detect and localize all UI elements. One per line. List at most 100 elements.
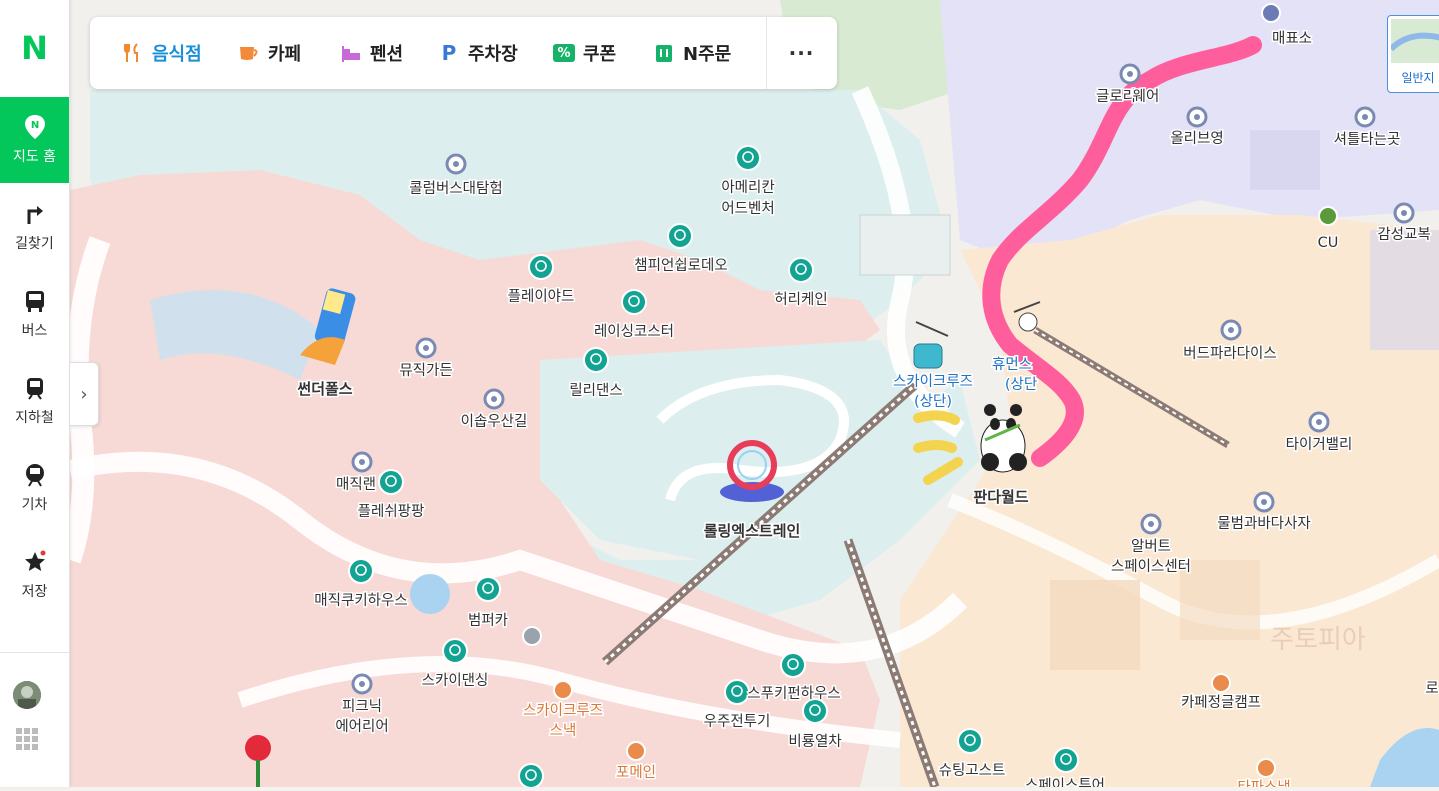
poi-label-tiger[interactable]: 타이거밸리 [1284, 435, 1354, 455]
poi-label-human2[interactable]: (상단 [1003, 375, 1038, 395]
sidebar-item-1[interactable]: 길찾기 [0, 184, 69, 270]
ferris-wheel-icon[interactable] [735, 145, 761, 171]
sidebar-item-4[interactable]: 기차 [0, 445, 69, 531]
category-cafe[interactable]: 카페 [238, 17, 301, 89]
poi-label-skycruise-boat2[interactable]: 스낵 [548, 721, 578, 741]
poi-label-shuttle[interactable]: 셔틀타는곳 [1332, 130, 1402, 150]
landmark-icon[interactable] [351, 451, 373, 473]
restaurant-pin-icon[interactable] [553, 680, 573, 700]
restaurant-pin-icon[interactable] [1256, 758, 1276, 778]
landmark-icon[interactable] [483, 388, 505, 410]
poi-label-dragon[interactable]: 비룡열차 [787, 732, 843, 752]
poi-label-skycruise-boat1[interactable]: 스카이크루즈 [521, 701, 604, 721]
ferris-wheel-icon[interactable] [528, 254, 554, 280]
poi-label-glory[interactable]: 글로리 [1094, 87, 1137, 107]
landmark-icon[interactable] [1186, 106, 1208, 128]
ferris-wheel-icon[interactable] [788, 257, 814, 283]
category-pension[interactable]: 펜션 [340, 17, 403, 89]
avatar[interactable] [13, 681, 41, 709]
sidebar-item-2[interactable]: 버스 [0, 271, 69, 357]
poi-label-ticket-office[interactable]: 매표소 [1270, 29, 1313, 49]
poi-label-bumper[interactable]: 범퍼카 [466, 611, 509, 631]
poi-label-pomein[interactable]: 포메인 [614, 763, 657, 783]
poi-label-sky-dancing[interactable]: 스카이댄싱 [420, 671, 490, 691]
poi-label-musical[interactable]: 뮤직가든 [398, 361, 454, 381]
landmark-icon[interactable] [1119, 63, 1141, 85]
poi-label-tapa[interactable]: 타파스냅 [1236, 778, 1292, 791]
ferris-wheel-icon[interactable] [378, 469, 404, 495]
poi-label-spookie[interactable]: 스푸키펀하우스 [746, 684, 842, 704]
landmark-icon[interactable] [445, 153, 467, 175]
landmark-icon[interactable] [415, 337, 437, 359]
poi-label-rolling[interactable]: 롤링엑스트레인 [702, 521, 802, 542]
naver-logo[interactable]: N [0, 0, 69, 95]
poi-label-column-bus[interactable]: 콜럼버스대탐험 [408, 179, 504, 199]
poi-label-american2[interactable]: 어드벤처 [720, 199, 776, 219]
poi-label-olive-young[interactable]: 올리브영 [1169, 129, 1225, 149]
poi-label-flash[interactable]: 플레쉬팡팡 [356, 502, 426, 522]
landmark-icon[interactable] [1253, 491, 1275, 513]
collapse-panel-button[interactable]: › [70, 362, 99, 426]
landmark-icon[interactable] [1308, 411, 1330, 433]
poi-label-american1[interactable]: 아메리칸 [720, 178, 776, 198]
apps-grid-icon[interactable] [16, 728, 38, 750]
poi-label-space-tour2[interactable]: 스페이스투어 [1023, 776, 1106, 791]
poi-label-panda[interactable]: 판다월드 [972, 487, 1030, 508]
ferris-wheel-icon[interactable] [348, 558, 374, 584]
poi-label-racing[interactable]: 레이싱코스터 [592, 322, 675, 342]
sidebar-item-3[interactable]: 지하철 [0, 358, 69, 444]
ferris-wheel-icon[interactable] [621, 289, 647, 315]
sidebar-item-0[interactable]: N 지도 홈 [0, 97, 69, 183]
ferris-wheel-icon[interactable] [442, 638, 468, 664]
map-canvas[interactable]: 매표소 글로리 웨어 올리브영 셔틀타는곳 CU 감성교복 콜럼버스대탐험 아메리칸 어드벤처 챔피… [0, 0, 1439, 791]
poi-label-magic-cookie[interactable]: 매직쿠키하우스 [313, 591, 409, 611]
category-n-order[interactable]: N주문 [653, 17, 731, 89]
landmark-icon[interactable] [1393, 202, 1415, 224]
map-type-toggle[interactable]: 일반지 [1387, 15, 1439, 93]
ferris-wheel-icon[interactable] [780, 652, 806, 678]
ferris-wheel-icon[interactable] [583, 347, 609, 373]
poi-label-thunder[interactable]: 썬더폴스 [296, 379, 354, 400]
ferris-wheel-icon[interactable] [475, 576, 501, 602]
cu-icon[interactable] [1318, 206, 1338, 226]
poi-label-zootopia[interactable]: 주토피아 [1270, 625, 1366, 655]
ferris-wheel-icon[interactable] [724, 679, 750, 705]
landmark-icon[interactable] [1220, 319, 1242, 341]
poi-label-space-tour[interactable]: 우주전투기 [702, 712, 772, 732]
poi-label-shooting[interactable]: 슈팅고스트 [937, 761, 1007, 781]
category-parking[interactable]: P 주차장 [438, 17, 518, 89]
poi-label-albert1[interactable]: 알버트 [1129, 537, 1172, 557]
cafe-pin-icon[interactable] [1211, 673, 1231, 693]
category-coupon[interactable]: % 쿠폰 [553, 17, 616, 89]
poi-label-ro[interactable]: 로 [1424, 680, 1439, 699]
ferris-wheel-icon[interactable] [1053, 747, 1079, 773]
poi-label-bumbum[interactable]: 물범과바다사자 [1216, 514, 1312, 534]
poi-label-isop[interactable]: 이솝우산길 [459, 412, 529, 432]
poi-label-lilly[interactable]: 릴리댄스 [568, 381, 624, 401]
poi-label-picnic1[interactable]: 피크닉 [340, 697, 383, 717]
poi-label-human1[interactable]: 휴먼스 [990, 355, 1033, 375]
poi-label-albert2[interactable]: 스페이스센터 [1109, 557, 1192, 577]
ferris-wheel-icon[interactable] [802, 698, 828, 724]
poi-label-bird[interactable]: 버드파라다이스 [1182, 344, 1278, 364]
landmark-icon[interactable] [1140, 513, 1162, 535]
landmark-icon[interactable] [1354, 106, 1376, 128]
ferris-wheel-icon[interactable] [957, 728, 983, 754]
poi-label-cu[interactable]: CU [1316, 234, 1340, 253]
poi-label-skycruise-top1[interactable]: 스카이크루즈 [891, 372, 974, 392]
poi-label-picnic2[interactable]: 에어리어 [334, 717, 390, 737]
poi-label-playyard[interactable]: 플레이야드 [506, 287, 576, 307]
more-categories-button[interactable]: ··· [766, 17, 837, 89]
poi-label-cafe-jungle[interactable]: 카페정글캠프 [1179, 693, 1262, 713]
ticket-icon[interactable] [1261, 3, 1281, 23]
poi-label-magic-land[interactable]: 매직랜 [334, 475, 377, 495]
landmark-icon[interactable] [351, 673, 373, 695]
ferris-wheel-icon[interactable] [667, 223, 693, 249]
ferris-wheel-icon[interactable] [518, 763, 544, 789]
poi-label-champion[interactable]: 챔피언쉽로데오 [633, 256, 729, 276]
poi-label-gamseong[interactable]: 감성교복 [1376, 225, 1432, 245]
category-restaurant[interactable]: 음식점 [122, 17, 202, 89]
restaurant-pin-icon[interactable] [626, 741, 646, 761]
sidebar-item-5[interactable]: 저장 [0, 532, 69, 618]
poi-label-hurricane[interactable]: 허리케인 [773, 290, 829, 310]
